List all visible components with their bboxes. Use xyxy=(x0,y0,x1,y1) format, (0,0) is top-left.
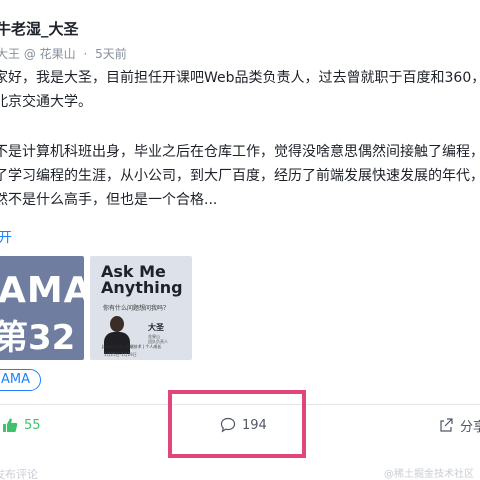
expand-link[interactable]: 开 xyxy=(0,227,12,247)
topic-tag[interactable]: AMA xyxy=(0,369,42,391)
author-name[interactable]: 大王 xyxy=(0,47,20,61)
content-line: 家好，我是大圣，目前担任开课吧Web品类负责人，过去曾就职于百度和360， xyxy=(0,70,480,86)
watermark: @稀土掘金技术社区 xyxy=(384,469,474,480)
person-body xyxy=(104,332,130,354)
post-content: 家好，我是大圣，目前担任开课吧Web品类负责人，过去曾就职于百度和360， 北京… xyxy=(0,66,480,212)
ask-me-anything-image[interactable]: Ask Me Anything 你有什么问题想问我吗？ 大圣 花果山 团队负责人… xyxy=(90,256,192,360)
at-symbol: @ xyxy=(23,47,36,61)
ama-image-title: AMA xyxy=(0,270,84,311)
like-count: 55 xyxy=(24,417,41,433)
ask-image-name: 大圣 xyxy=(148,323,164,332)
content-line: 北京交通大学。 xyxy=(0,94,92,110)
post-title[interactable]: 牛老湿_大圣 xyxy=(0,18,127,39)
share-label: 分享 xyxy=(460,419,480,435)
ask-image-question: 你有什么问题想问我吗？ xyxy=(103,305,170,312)
person-head xyxy=(110,316,124,332)
ama-cover-image[interactable]: AMA 第32期 xyxy=(0,256,84,360)
content-line: 不是计算机科班出身，毕业之后在仓库工作，觉得没啥意思偶然间接触了编程， xyxy=(0,144,480,160)
location[interactable]: 花果山 xyxy=(40,47,76,61)
ama-image-issue: 第32期 xyxy=(0,318,76,358)
content-line: 了学习编程的生涯，从小公司，到大厂百度，经历了前端发展快速发展的年代， xyxy=(0,168,480,184)
like-button[interactable]: 55 xyxy=(2,405,41,445)
next-section-text: 发布评论 xyxy=(0,468,38,480)
thumbs-up-icon xyxy=(3,418,18,432)
ask-image-line2: Anything xyxy=(101,278,183,297)
ask-image-date: 1月25日-1月29日 xyxy=(104,352,137,357)
post-time: 5天前 xyxy=(95,47,127,61)
share-icon xyxy=(440,418,453,432)
meta-separator: · xyxy=(83,47,88,61)
share-button[interactable]: 分享 xyxy=(438,405,480,445)
ask-image-tags: Javascript | 前端技术 | 个人成长 xyxy=(102,344,162,349)
comment-highlight-box xyxy=(168,390,306,458)
content-line: 然不是什么高手，但也是一个合格... xyxy=(0,192,218,208)
post-meta: 大王 @ 花果山 · 5天前 xyxy=(0,45,127,62)
post-header: 牛老湿_大圣 大王 @ 花果山 · 5天前 xyxy=(0,18,127,62)
